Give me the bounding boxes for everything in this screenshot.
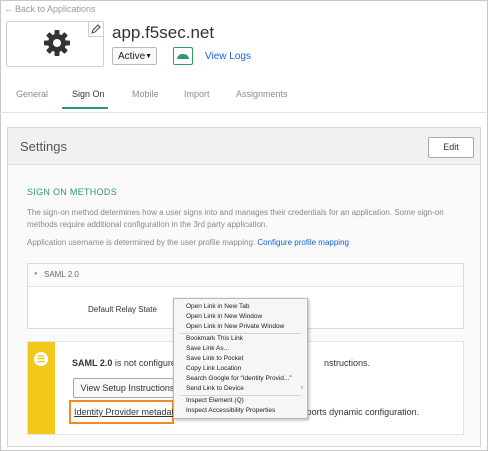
tab-assignments[interactable]: Assignments <box>236 89 288 99</box>
identity-provider-metadata-link[interactable]: Identity Provider metadata <box>74 407 179 417</box>
tab-mobile[interactable]: Mobile <box>132 89 159 99</box>
view-setup-instructions-button[interactable]: View Setup Instructions <box>73 378 182 398</box>
hat-icon <box>177 54 189 59</box>
push-groups-button[interactable] <box>173 47 193 65</box>
caret-down-icon: ▼ <box>145 53 152 60</box>
edit-button[interactable]: Edit <box>428 137 474 158</box>
app-title: app.f5sec.net <box>112 23 215 42</box>
saml-method-label: SAML 2.0 <box>44 270 79 279</box>
sign-on-description: The sign-on method determines how a user… <box>27 208 444 229</box>
menu-save-link-as[interactable]: Save Link As... <box>186 345 229 352</box>
menu-open-new-window[interactable]: Open Link in New Window <box>186 313 262 320</box>
tab-sign-on[interactable]: Sign On <box>72 89 105 99</box>
status-value: Active <box>118 51 146 62</box>
menu-search-google[interactable]: Search Google for “Identity Provid...” <box>186 375 292 382</box>
section-title: SIGN ON METHODS <box>27 187 118 197</box>
active-tab-indicator <box>62 107 108 109</box>
menu-save-to-pocket[interactable]: Save Link to Pocket <box>186 355 243 362</box>
menu-inspect-accessibility[interactable]: Inspect Accessibility Properties <box>186 407 275 414</box>
menu-copy-link-location[interactable]: Copy Link Location <box>186 365 241 372</box>
menu-separator <box>180 395 301 396</box>
username-note: Application username is determined by th… <box>27 238 349 247</box>
submenu-arrow-icon: › <box>301 385 303 391</box>
menu-inspect-element[interactable]: Inspect Element (Q) <box>186 397 244 404</box>
app-logo <box>6 21 104 67</box>
back-link-label: Back to Applications <box>15 4 96 14</box>
context-menu: Open Link in New Tab Open Link in New Wi… <box>173 298 308 419</box>
username-text: Application username is determined by th… <box>27 238 256 247</box>
tab-general[interactable]: General <box>16 89 48 99</box>
settings-header: Settings Edit <box>8 128 480 165</box>
pencil-icon <box>91 24 101 34</box>
back-arrow-icon: ← <box>4 4 13 14</box>
warning-body: is not configured <box>112 358 181 368</box>
view-logs-link[interactable]: View Logs <box>205 51 251 62</box>
gear-icon <box>44 30 70 56</box>
saml-method-header[interactable]: ● SAML 2.0 <box>28 264 463 287</box>
menu-open-new-tab[interactable]: Open Link in New Tab <box>186 303 249 310</box>
menu-bookmark-link[interactable]: Bookmark This Link <box>186 335 243 342</box>
list-icon: ☰ <box>34 352 48 366</box>
configure-profile-mapping-link[interactable]: Configure profile mapping <box>257 238 349 247</box>
menu-open-private-window[interactable]: Open Link in New Private Window <box>186 323 284 330</box>
warning-bold: SAML 2.0 <box>72 358 113 368</box>
warning-text: SAML 2.0 is not configured <box>72 358 181 368</box>
status-select[interactable]: Active ▼ <box>112 47 157 65</box>
settings-title: Settings <box>20 139 67 154</box>
menu-send-link-to-device[interactable]: Send Link to Device <box>186 385 244 392</box>
tab-import[interactable]: Import <box>184 89 210 99</box>
radio-icon: ● <box>34 271 38 277</box>
relay-state-label: Default Relay State <box>88 305 157 314</box>
back-link[interactable]: ← Back to Applications <box>4 4 96 14</box>
menu-separator <box>180 333 301 334</box>
warning-bar: ☰ <box>28 342 55 434</box>
warning-end: nstructions. <box>324 358 371 368</box>
edit-logo-button[interactable] <box>88 22 103 37</box>
